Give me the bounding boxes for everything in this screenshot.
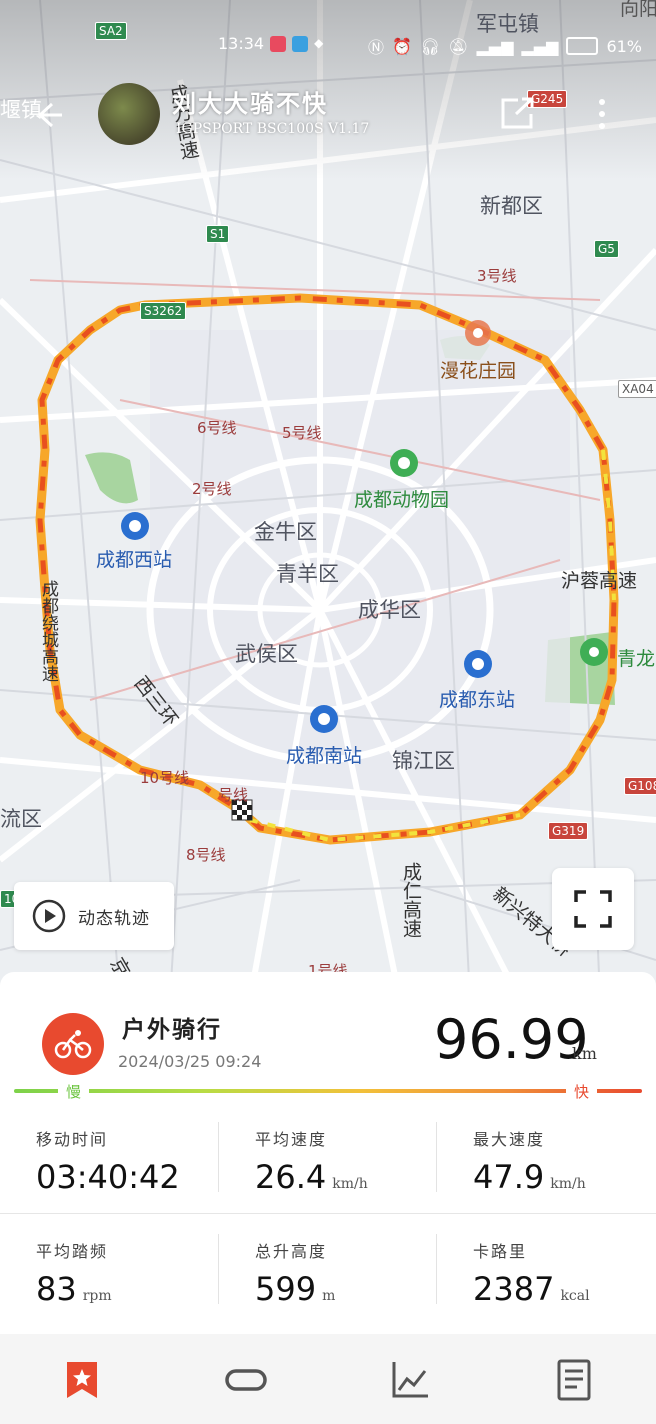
stat-max-speed: 最大速度 47.9 km/h [473,1126,586,1196]
stat-label: 平均速度 [255,1130,328,1149]
map-label-jinjiang: 锦江区 [392,749,455,773]
status-bar: 13:34 ◆ [218,34,330,53]
dynamic-track-label: 动态轨迹 [78,908,150,929]
cycling-icon [42,1013,104,1075]
stat-label: 卡路里 [473,1242,528,1261]
road-badge-g319: G319 [548,822,589,840]
stat-calories: 卡路里 2387 kcal [473,1238,590,1308]
divider [218,1122,219,1192]
map-label-south-station: 成都南站 [286,745,363,767]
map-label-qingyang: 青羊区 [276,562,339,586]
map-label-chenghua: 成华区 [358,598,421,622]
play-icon [32,899,66,933]
stat-label: 平均踏频 [36,1242,109,1261]
map-label-jinniu: 金牛区 [254,520,317,544]
speed-legend-bar [14,1089,642,1093]
stat-value: 599 m [255,1270,336,1308]
signal-icon: ▂▄▆ [476,36,514,56]
speed-fast-label: 快 [566,1081,598,1102]
back-arrow-icon[interactable] [30,98,64,132]
map-label-line6: 6号线 [197,419,237,437]
share-icon[interactable] [500,96,536,130]
battery-icon [566,37,599,55]
map-label-xiangyang: 向阳 [620,0,656,20]
avatar[interactable] [98,83,160,145]
map-label-line7: 号线 [218,786,249,804]
road-badge-g5: G5 [594,240,619,258]
divider [436,1122,437,1192]
book-icon [292,35,309,52]
stat-label: 移动时间 [36,1130,109,1149]
more-icon[interactable] [592,96,612,132]
speed-slow-label: 慢 [58,1081,90,1102]
fullscreen-button[interactable] [552,868,634,950]
stat-value: 47.9 km/h [473,1158,586,1196]
route-map[interactable]: 军屯镇 堰镇 新都区 3号线 漫花庄园 6号线 5号线 2号线 成都动物园 成都… [0,0,656,1000]
status-time: 13:34 [218,34,265,53]
chart-icon[interactable] [388,1358,432,1402]
distance-value: 96.99 [434,1008,589,1071]
stat-value: 83 rpm [36,1270,112,1308]
stat-avg-cadence: 平均踏频 83 rpm [36,1238,112,1308]
music-icon [270,35,287,52]
stat-label: 总升高度 [255,1242,328,1261]
stat-avg-speed: 平均速度 26.4 km/h [255,1126,368,1196]
map-label-line2: 2号线 [192,480,232,498]
map-label-zoo: 成都动物园 [354,489,450,511]
alarm-icon: ⏰ [392,36,412,56]
battery-level: 61% [606,36,642,56]
divider [0,1213,656,1214]
road-badge-xa04: XA04 [618,380,656,398]
activity-type: 户外骑行 [122,1017,222,1043]
map-label-chengren: 成仁高速 [400,862,422,938]
road-badge-s1: S1 [206,225,230,243]
divider [436,1234,437,1304]
road-badge-s3262: S3262 [140,302,187,320]
nfc-icon: Ⓝ [368,38,385,57]
app-icon: ◆ [314,35,324,50]
activity-datetime: 2024/03/25 09:24 [118,1052,262,1071]
map-label-line3: 3号线 [477,267,517,285]
road-badge-sa2: SA2 [95,22,127,40]
map-label-west-station: 成都西站 [96,549,173,571]
stat-value: 03:40:42 [36,1158,180,1196]
map-label-chengwen: 成都绕城高速 [38,580,58,682]
fullscreen-icon [574,890,612,928]
map-label-east-station: 成都东站 [439,689,516,711]
mute-icon: 🔕︎ [448,36,469,56]
document-icon[interactable] [552,1358,596,1402]
headphone-icon: 🎧︎ [419,36,441,56]
page-title: 刘大大骑不快 [172,90,328,118]
link-icon[interactable] [224,1358,268,1402]
signal-icon: ▂▄▆ [521,36,559,56]
distance-unit: km [572,1044,597,1063]
map-label-hurong: 沪蓉高速 [561,570,638,592]
bookmark-icon[interactable] [60,1358,104,1402]
stat-value: 26.4 km/h [255,1158,368,1196]
map-label-line10: 10号线 [140,769,190,787]
stat-label: 最大速度 [473,1130,546,1149]
dynamic-track-button[interactable]: 动态轨迹 [14,882,174,950]
map-label-liuqu: 流区 [0,807,42,831]
stat-value: 2387 kcal [473,1270,590,1308]
map-label-qinglong: 青龙 [617,648,656,670]
stat-total-ascent: 总升高度 599 m [255,1238,335,1308]
map-label-line5: 5号线 [282,424,322,442]
device-info: IGPSPORT BSC100S V1.17 [176,121,370,137]
map-label-manhua: 漫花庄园 [440,360,517,382]
map-label-xindu: 新都区 [480,194,543,218]
map-label-wuhou: 武侯区 [235,642,298,666]
map-label-line8: 8号线 [186,846,226,864]
road-badge-g108: G108 [624,777,656,795]
stat-moving-time: 移动时间 03:40:42 [36,1126,186,1196]
divider [218,1234,219,1304]
status-bar-right: Ⓝ ⏰ 🎧︎ 🔕︎ ▂▄▆ ▂▄▆ 61% [368,34,642,58]
